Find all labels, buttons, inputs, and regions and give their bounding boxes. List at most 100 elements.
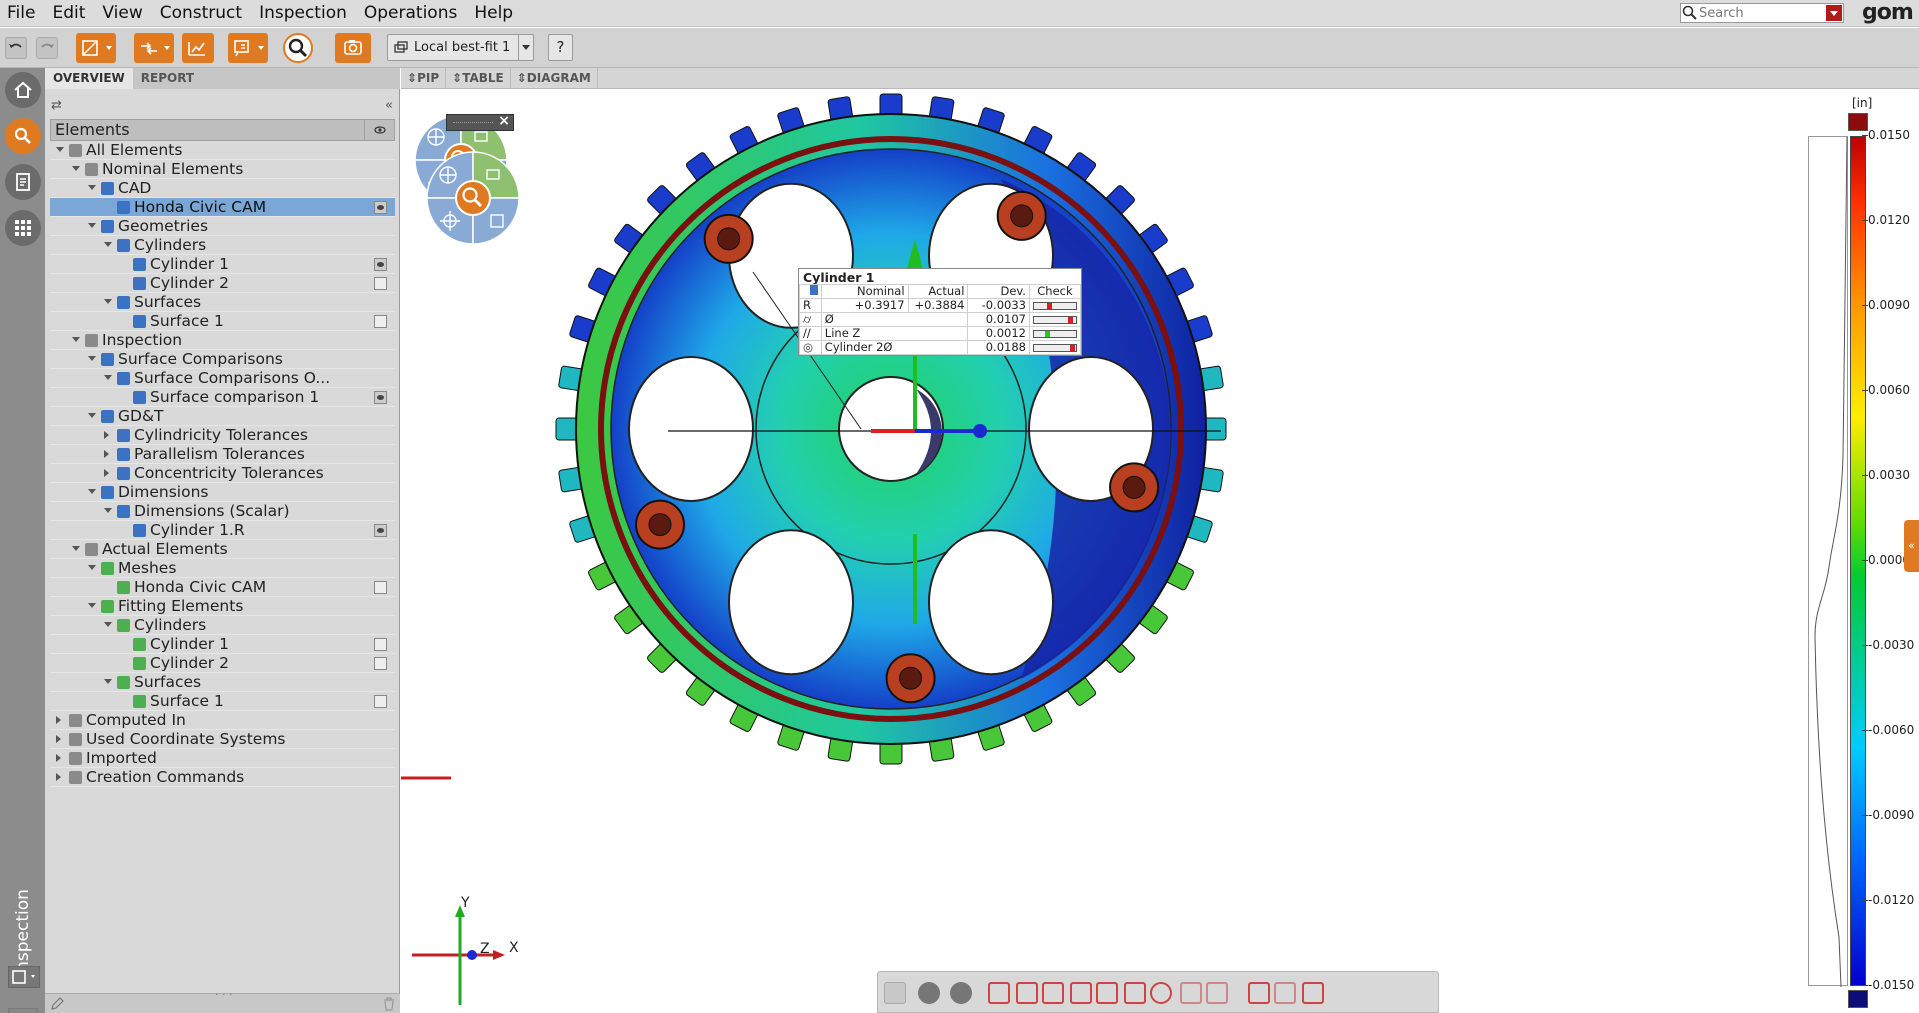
navigation-wheel-overlay[interactable] xyxy=(411,127,535,257)
tree-item[interactable]: Computed In xyxy=(50,711,395,730)
inspection-tool-button[interactable] xyxy=(182,33,214,63)
help-button[interactable]: ? xyxy=(548,34,573,61)
chevron-down-icon[interactable] xyxy=(88,489,96,494)
tree-item[interactable]: Honda Civic CAM xyxy=(50,578,395,597)
tree-item[interactable]: Inspection xyxy=(50,331,395,350)
menu-view[interactable]: View xyxy=(95,0,152,27)
edit-icon[interactable] xyxy=(49,996,65,1012)
legend-min-chip[interactable] xyxy=(1848,990,1868,1008)
tree-item[interactable]: Surface comparison 1 xyxy=(50,388,395,407)
tree-item[interactable]: Imported xyxy=(50,749,395,768)
tree-item[interactable]: Geometries xyxy=(50,217,395,236)
chevron-right-icon[interactable] xyxy=(56,773,61,781)
rail-close-button[interactable]: ✕ xyxy=(8,1008,38,1013)
tree-item[interactable]: Surfaces xyxy=(50,673,395,692)
grid-select-button[interactable] xyxy=(1180,982,1202,1004)
search-dropdown-button[interactable] xyxy=(1826,5,1842,21)
menu-operations[interactable]: Operations xyxy=(357,0,467,27)
rail-inspection-button[interactable] xyxy=(5,118,41,154)
rail-tool-dropdown[interactable] xyxy=(8,966,40,988)
chevron-right-icon[interactable] xyxy=(104,450,109,458)
tree-item[interactable]: Dimensions (Scalar) xyxy=(50,502,395,521)
tree-item[interactable]: Surface Comparisons xyxy=(50,350,395,369)
3d-viewport[interactable]: Y Z X xyxy=(401,89,1919,1013)
visibility-toggle[interactable] xyxy=(374,315,387,328)
tree-item[interactable]: Surfaces xyxy=(50,293,395,312)
tree-item[interactable]: Surface 1 xyxy=(50,312,395,331)
orient-view-button[interactable] xyxy=(1016,982,1038,1004)
chevron-down-icon[interactable] xyxy=(88,356,96,361)
menu-construct[interactable]: Construct xyxy=(153,0,252,27)
chevron-right-icon[interactable] xyxy=(56,754,61,762)
collapse-panel-icon[interactable]: « xyxy=(385,98,393,113)
tab-overview[interactable]: OVERVIEW xyxy=(45,68,133,89)
tree-item[interactable]: Cylinder 1 xyxy=(50,635,395,654)
visibility-toggle[interactable] xyxy=(374,657,387,670)
chevron-down-icon[interactable] xyxy=(104,299,112,304)
menu-help[interactable]: Help xyxy=(467,0,523,27)
lasso-select-button[interactable] xyxy=(1206,982,1228,1004)
legend-collapse-button[interactable]: « xyxy=(1904,520,1919,572)
view-mode-button[interactable] xyxy=(918,982,940,1004)
tree-item[interactable]: Surface 1 xyxy=(50,692,395,711)
tab-pip[interactable]: ⇕PIP xyxy=(401,68,447,88)
frame-view-button[interactable] xyxy=(1096,982,1118,1004)
tree-item[interactable]: Concentricity Tolerances xyxy=(50,464,395,483)
tab-diagram[interactable]: ⇕DIAGRAM xyxy=(511,68,598,88)
split-view-button[interactable] xyxy=(950,982,972,1004)
visibility-toggle[interactable] xyxy=(374,391,387,404)
tree-item[interactable]: Actual Elements xyxy=(50,540,395,559)
resize-grip[interactable]: · · · xyxy=(215,988,232,1001)
tree-item[interactable]: All Elements xyxy=(50,141,395,160)
visibility-toggle[interactable] xyxy=(374,258,387,271)
undo-button[interactable] xyxy=(5,37,27,59)
tab-report[interactable]: REPORT xyxy=(133,68,202,89)
points-button[interactable] xyxy=(1150,982,1172,1004)
visibility-toggle[interactable] xyxy=(374,524,387,537)
selection-mode-button[interactable] xyxy=(1302,982,1324,1004)
tree-item[interactable]: Dimensions xyxy=(50,483,395,502)
tree-item[interactable]: Cylinder 1.R xyxy=(50,521,395,540)
chevron-down-icon[interactable] xyxy=(56,147,64,152)
tree-item[interactable]: Cylinders xyxy=(50,236,395,255)
chevron-down-icon[interactable] xyxy=(88,185,96,190)
chevron-down-icon[interactable] xyxy=(104,242,112,247)
tree-item[interactable]: Parallelism Tolerances xyxy=(50,445,395,464)
tree-item[interactable]: Cylinders xyxy=(50,616,395,635)
rail-apps-button[interactable] xyxy=(5,210,41,246)
chevron-down-icon[interactable] xyxy=(104,508,112,513)
chevron-right-icon[interactable] xyxy=(104,469,109,477)
chevron-down-icon[interactable] xyxy=(72,166,80,171)
tree-item[interactable]: Creation Commands xyxy=(50,768,395,787)
menu-file[interactable]: File xyxy=(0,0,45,27)
chevron-right-icon[interactable] xyxy=(56,716,61,724)
sync-selection-icon[interactable]: ⇄ xyxy=(51,98,62,113)
tree-item[interactable]: Cylinder 2 xyxy=(50,274,395,293)
visibility-toggle[interactable] xyxy=(374,277,387,290)
section-view-button[interactable] xyxy=(1042,982,1064,1004)
trash-icon[interactable] xyxy=(381,996,397,1012)
tree-item[interactable]: Used Coordinate Systems xyxy=(50,730,395,749)
inspection-label[interactable]: Cylinder 1 Nominal Actual Dev. Check R +0… xyxy=(798,268,1082,356)
visibility-toggle[interactable] xyxy=(374,695,387,708)
chevron-down-icon[interactable] xyxy=(88,565,96,570)
chevron-down-icon[interactable] xyxy=(104,622,112,627)
redo-button[interactable] xyxy=(36,37,58,59)
tree-item[interactable]: Cylinder 2 xyxy=(50,654,395,673)
alignment-select[interactable]: Local best-fit 1 xyxy=(387,34,534,61)
snapshot-button[interactable] xyxy=(335,33,371,63)
nav-zoom-center[interactable] xyxy=(455,180,491,216)
menu-inspection[interactable]: Inspection xyxy=(252,0,357,27)
chevron-down-icon[interactable] xyxy=(72,546,80,551)
chevron-down-icon[interactable] xyxy=(88,413,96,418)
inspect-zoom-button[interactable] xyxy=(283,33,313,63)
tree-item[interactable]: Surface Comparisons O... xyxy=(50,369,395,388)
chevron-down-icon[interactable] xyxy=(72,337,80,342)
tree-item[interactable]: Meshes xyxy=(50,559,395,578)
tree-item[interactable]: GD&T xyxy=(50,407,395,426)
tree-item[interactable]: Honda Civic CAM xyxy=(50,198,395,217)
menu-edit[interactable]: Edit xyxy=(45,0,95,27)
tree-item[interactable]: CAD xyxy=(50,179,395,198)
alignment-tool-button[interactable] xyxy=(134,33,174,63)
tree-item[interactable]: Cylindricity Tolerances xyxy=(50,426,395,445)
